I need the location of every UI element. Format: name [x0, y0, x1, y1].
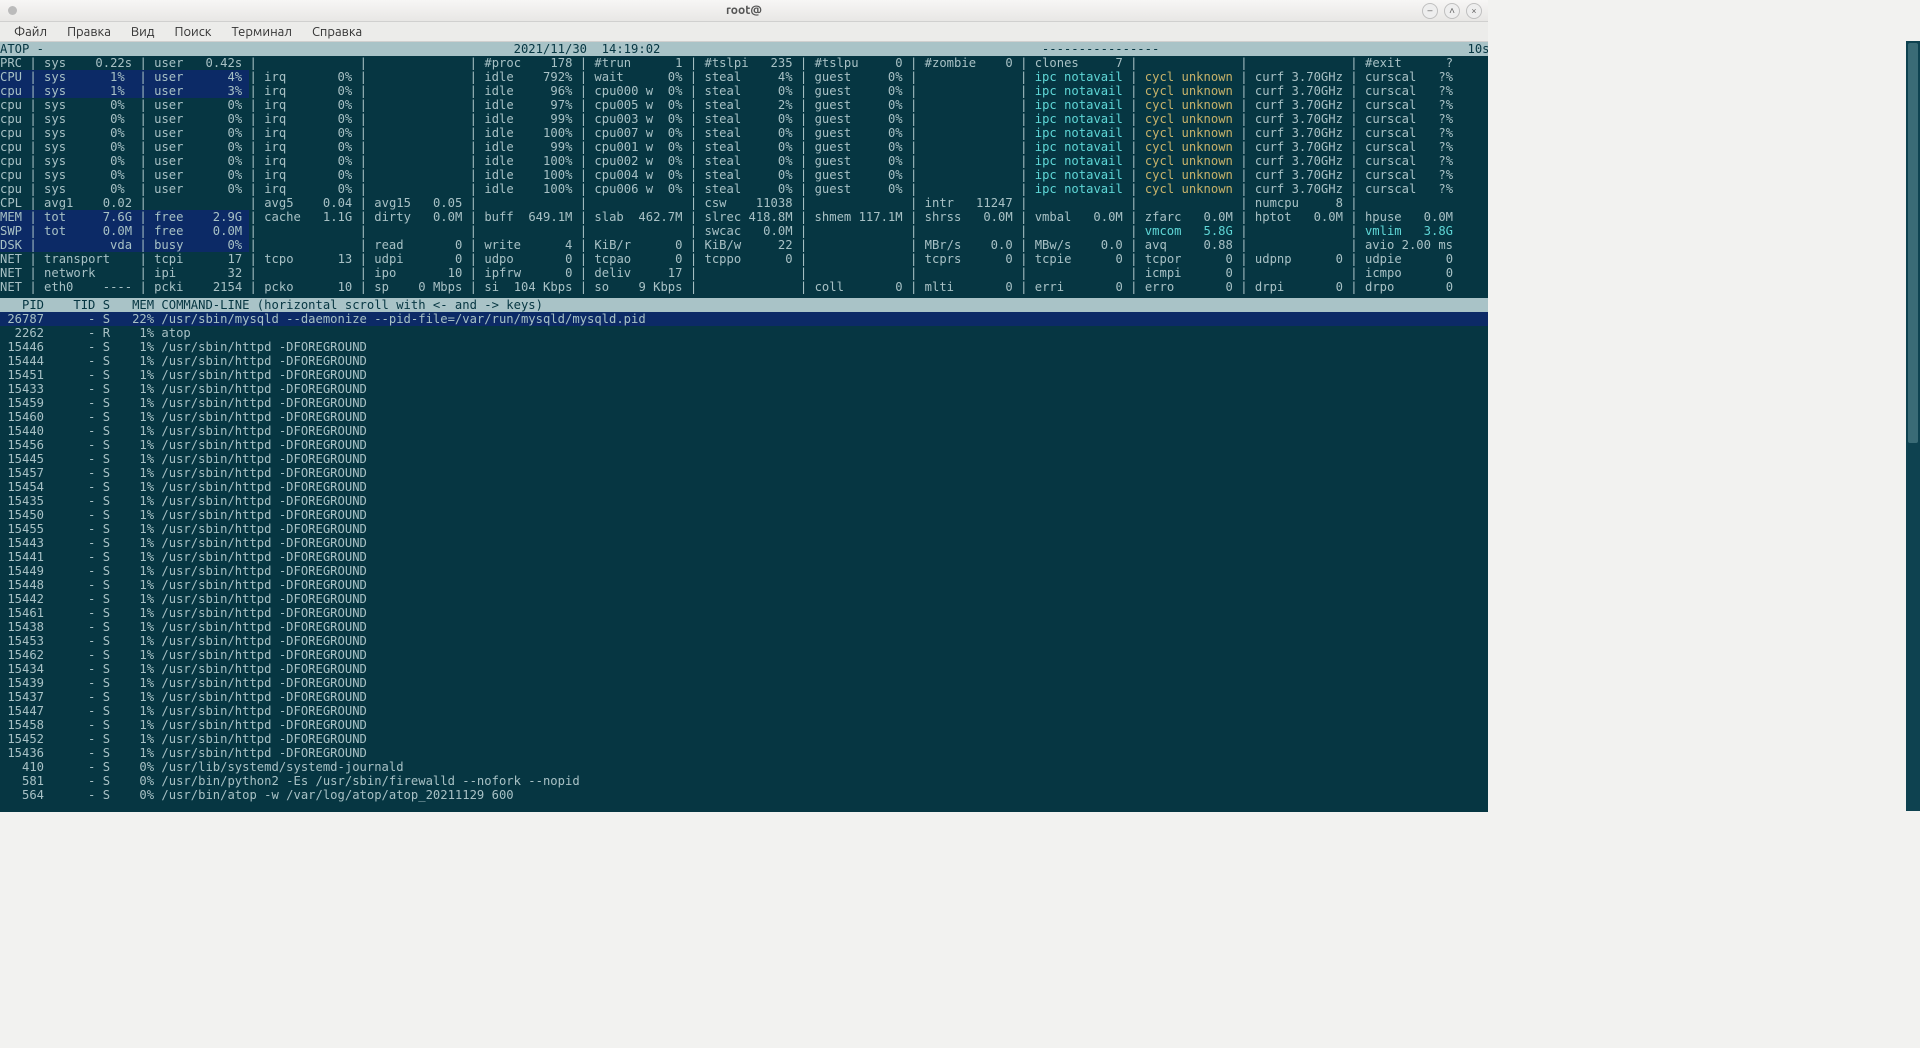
terminal-line: 15439 - S 1% /usr/sbin/httpd -DFOREGROUN… — [0, 676, 1488, 690]
terminal-line: 581 - S 0% /usr/bin/python2 -Es /usr/sbi… — [0, 774, 1488, 788]
menu-item-1[interactable]: Правка — [57, 24, 121, 40]
terminal-line: cpu | sys 0% | user 0% | irq 0% | | idle… — [0, 98, 1488, 112]
terminal-line: 15443 - S 1% /usr/sbin/httpd -DFOREGROUN… — [0, 536, 1488, 550]
terminal-line: 15448 - S 1% /usr/sbin/httpd -DFOREGROUN… — [0, 578, 1488, 592]
terminal-line: 15452 - S 1% /usr/sbin/httpd -DFOREGROUN… — [0, 732, 1488, 746]
terminal-line: 15462 - S 1% /usr/sbin/httpd -DFOREGROUN… — [0, 648, 1488, 662]
terminal-line: PID TID S MEM COMMAND-LINE (horizontal s… — [0, 298, 1488, 312]
terminal-line: 15451 - S 1% /usr/sbin/httpd -DFOREGROUN… — [0, 368, 1488, 382]
terminal-line: cpu | sys 0% | user 0% | irq 0% | | idle… — [0, 126, 1488, 140]
terminal-line: cpu | sys 0% | user 0% | irq 0% | | idle… — [0, 140, 1488, 154]
terminal-line: 15447 - S 1% /usr/sbin/httpd -DFOREGROUN… — [0, 704, 1488, 718]
app-window: root@ – ˄ × ФайлПравкаВидПоискТерминалСп… — [0, 0, 1488, 812]
maximize-button[interactable]: ˄ — [1444, 3, 1460, 19]
menu-item-0[interactable]: Файл — [4, 24, 57, 40]
terminal-line: 15449 - S 1% /usr/sbin/httpd -DFOREGROUN… — [0, 564, 1488, 578]
terminal-line: cpu | sys 0% | user 0% | irq 0% | | idle… — [0, 182, 1488, 196]
scrollbar-thumb[interactable] — [1908, 43, 1918, 443]
terminal-line: 15446 - S 1% /usr/sbin/httpd -DFOREGROUN… — [0, 340, 1488, 354]
close-button[interactable]: × — [1466, 3, 1482, 19]
terminal-line: CPU | sys 1% | user 4% | irq 0% | | idle… — [0, 70, 1488, 84]
window-title: root@ — [726, 4, 762, 17]
terminal-line: 15454 - S 1% /usr/sbin/httpd -DFOREGROUN… — [0, 480, 1488, 494]
terminal-line: 564 - S 0% /usr/bin/atop -w /var/log/ato… — [0, 788, 1488, 802]
terminal-line: 15437 - S 1% /usr/sbin/httpd -DFOREGROUN… — [0, 690, 1488, 704]
terminal-line: NET | network | ipi 32 | | ipo 10 | ipfr… — [0, 266, 1488, 280]
titlebar[interactable]: root@ – ˄ × — [0, 0, 1488, 22]
terminal-line: 2262 - R 1% atop — [0, 326, 1488, 340]
terminal-line: cpu | sys 0% | user 0% | irq 0% | | idle… — [0, 154, 1488, 168]
minimize-button[interactable]: – — [1422, 3, 1438, 19]
terminal-line: 410 - S 0% /usr/lib/systemd/systemd-jour… — [0, 760, 1488, 774]
terminal-line: 15441 - S 1% /usr/sbin/httpd -DFOREGROUN… — [0, 550, 1488, 564]
menubar: ФайлПравкаВидПоискТерминалСправка — [0, 22, 1488, 42]
terminal-line: 15444 - S 1% /usr/sbin/httpd -DFOREGROUN… — [0, 354, 1488, 368]
terminal-line: 15445 - S 1% /usr/sbin/httpd -DFOREGROUN… — [0, 452, 1488, 466]
terminal-line: 15461 - S 1% /usr/sbin/httpd -DFOREGROUN… — [0, 606, 1488, 620]
scrollbar[interactable] — [1906, 41, 1920, 811]
terminal-line: SWP | tot 0.0M | free 0.0M | | | | | swc… — [0, 224, 1488, 238]
terminal-line: 15456 - S 1% /usr/sbin/httpd -DFOREGROUN… — [0, 438, 1488, 452]
terminal-line: 15435 - S 1% /usr/sbin/httpd -DFOREGROUN… — [0, 494, 1488, 508]
terminal-line: cpu | sys 0% | user 0% | irq 0% | | idle… — [0, 112, 1488, 126]
terminal-line: MEM | tot 7.6G | free 2.9G | cache 1.1G … — [0, 210, 1488, 224]
desktop-background — [0, 812, 1920, 1048]
terminal-line: 15459 - S 1% /usr/sbin/httpd -DFOREGROUN… — [0, 396, 1488, 410]
terminal-output[interactable]: ATOP - 2021/11/30 14:19:02 -------------… — [0, 42, 1488, 812]
app-menu-icon[interactable] — [8, 6, 17, 15]
terminal-line: 15450 - S 1% /usr/sbin/httpd -DFOREGROUN… — [0, 508, 1488, 522]
terminal-line: 15457 - S 1% /usr/sbin/httpd -DFOREGROUN… — [0, 466, 1488, 480]
terminal-line: 15440 - S 1% /usr/sbin/httpd -DFOREGROUN… — [0, 424, 1488, 438]
menu-item-5[interactable]: Справка — [302, 24, 372, 40]
terminal-line: 15433 - S 1% /usr/sbin/httpd -DFOREGROUN… — [0, 382, 1488, 396]
terminal-line: NET | eth0 ---- | pcki 2154 | pcko 10 | … — [0, 280, 1488, 294]
terminal-line: cpu | sys 1% | user 3% | irq 0% | | idle… — [0, 84, 1488, 98]
terminal-line: DSK | vda | busy 0% | | read 0 | write 4… — [0, 238, 1488, 252]
terminal-line: CPL | avg1 0.02 | | avg5 0.04 | avg15 0.… — [0, 196, 1488, 210]
terminal-line: 15460 - S 1% /usr/sbin/httpd -DFOREGROUN… — [0, 410, 1488, 424]
terminal-line: PRC | sys 0.22s | user 0.42s | | | #proc… — [0, 56, 1488, 70]
terminal-line: cpu | sys 0% | user 0% | irq 0% | | idle… — [0, 168, 1488, 182]
menu-item-3[interactable]: Поиск — [164, 24, 221, 40]
terminal-line: 15436 - S 1% /usr/sbin/httpd -DFOREGROUN… — [0, 746, 1488, 760]
terminal-line: 15438 - S 1% /usr/sbin/httpd -DFOREGROUN… — [0, 620, 1488, 634]
terminal-line: ATOP - 2021/11/30 14:19:02 -------------… — [0, 42, 1488, 56]
terminal-line: 15458 - S 1% /usr/sbin/httpd -DFOREGROUN… — [0, 718, 1488, 732]
terminal-line: 15455 - S 1% /usr/sbin/httpd -DFOREGROUN… — [0, 522, 1488, 536]
terminal-line: 15453 - S 1% /usr/sbin/httpd -DFOREGROUN… — [0, 634, 1488, 648]
terminal-line: 26787 - S 22% /usr/sbin/mysqld --daemoni… — [0, 312, 1488, 326]
menu-item-2[interactable]: Вид — [121, 24, 165, 40]
menu-item-4[interactable]: Терминал — [221, 24, 301, 40]
terminal-line: 15434 - S 1% /usr/sbin/httpd -DFOREGROUN… — [0, 662, 1488, 676]
terminal-line: NET | transport | tcpi 17 | tcpo 13 | ud… — [0, 252, 1488, 266]
terminal-line: 15442 - S 1% /usr/sbin/httpd -DFOREGROUN… — [0, 592, 1488, 606]
